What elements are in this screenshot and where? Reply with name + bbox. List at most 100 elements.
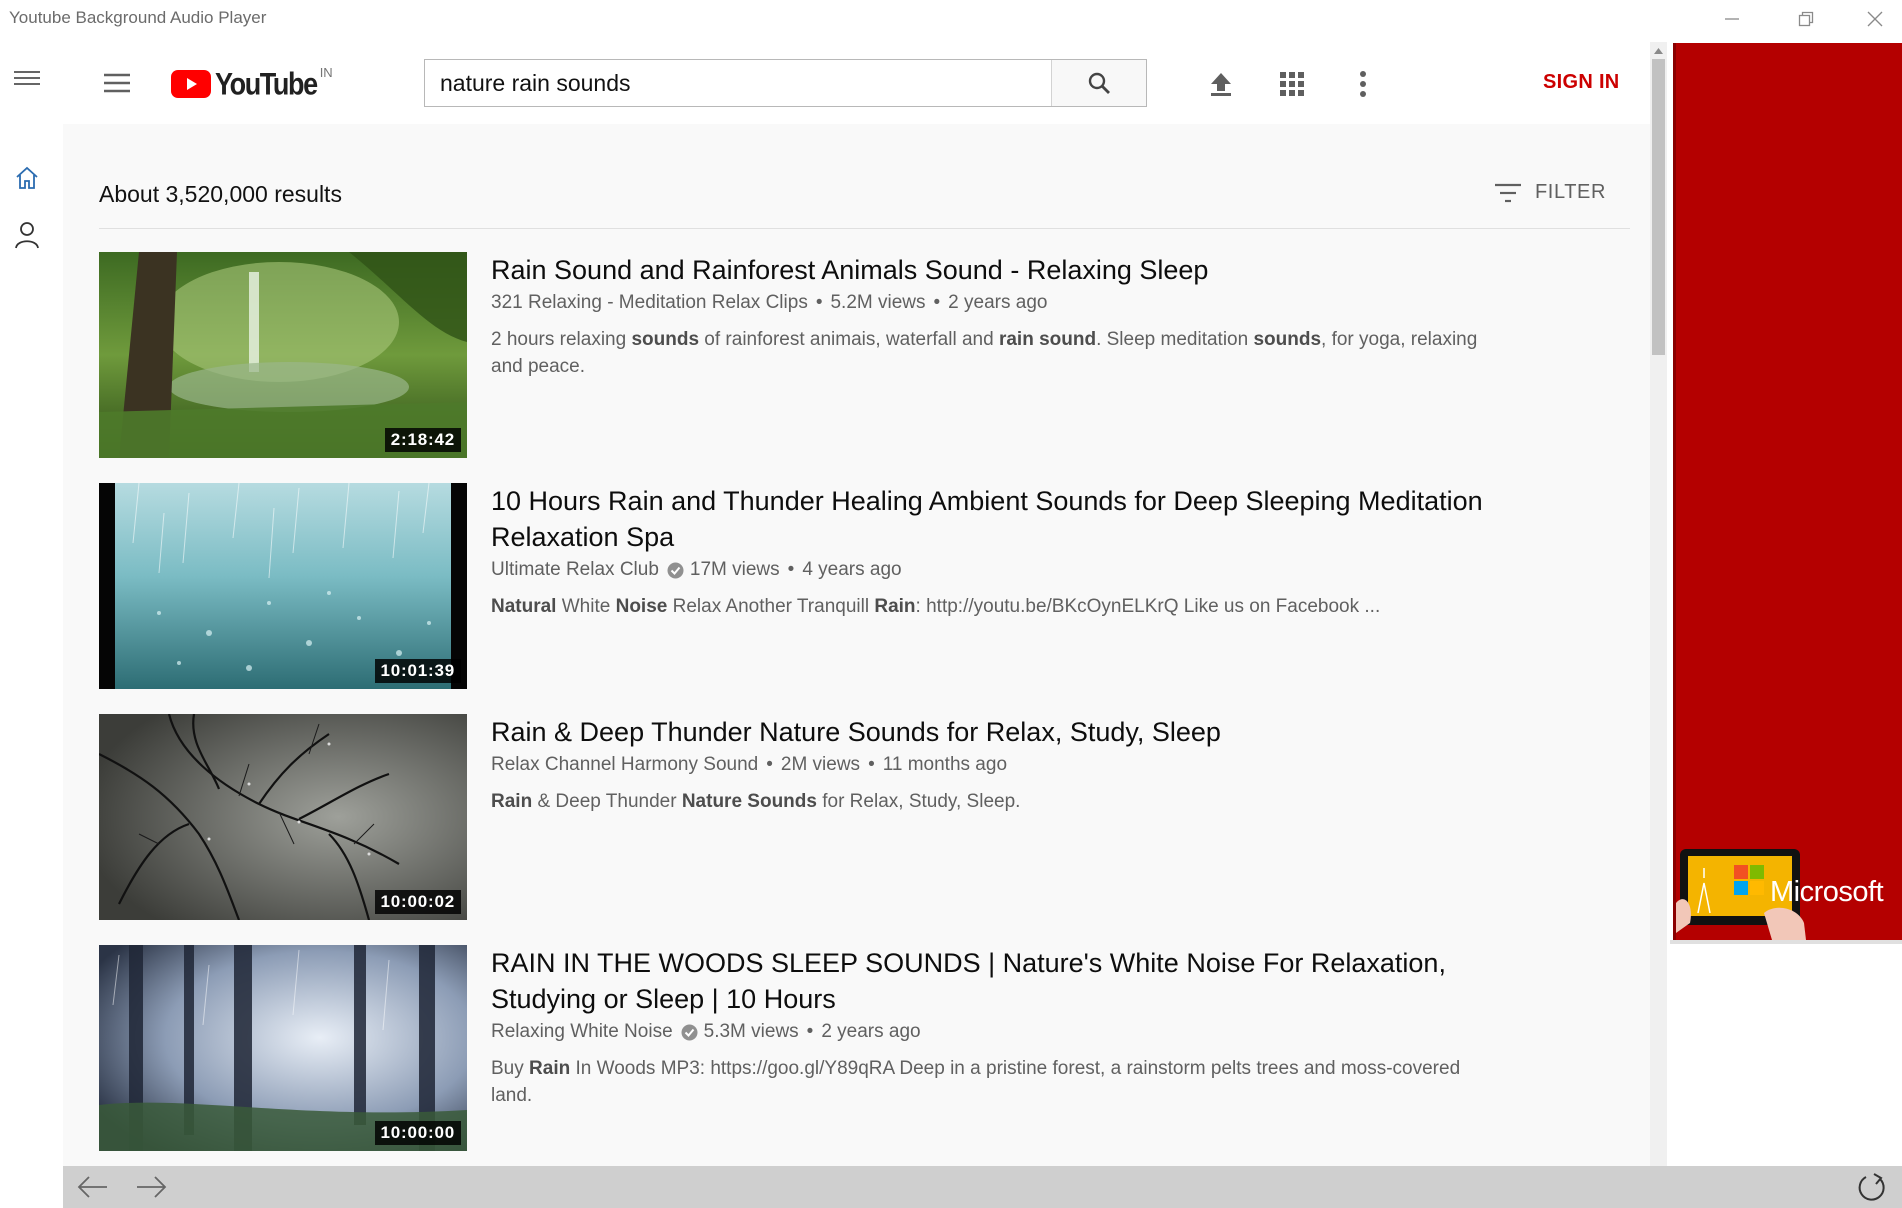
video-thumbnail[interactable]: 2:18:42 xyxy=(99,252,467,458)
upload-age: 2 years ago xyxy=(948,292,1048,313)
refresh-icon xyxy=(1858,1173,1885,1201)
video-description: 2 hours relaxing sounds of rainforest an… xyxy=(491,329,1478,377)
forward-arrow-icon xyxy=(137,1176,167,1198)
back-arrow-icon xyxy=(77,1176,107,1198)
upload-age: 4 years ago xyxy=(802,559,902,580)
close-icon xyxy=(1867,11,1883,27)
video-thumbnail[interactable]: 10:01:39 xyxy=(99,483,467,689)
filter-icon xyxy=(1494,183,1521,202)
sign-in-button[interactable]: SIGN IN xyxy=(1543,71,1620,94)
restore-icon xyxy=(1798,11,1814,27)
video-duration: 2:18:42 xyxy=(384,428,461,452)
separator: • xyxy=(933,292,941,313)
youtube-play-logo-icon xyxy=(171,70,211,98)
youtube-webview: YouTube IN SIGN IN About 3,520,000 resul… xyxy=(63,42,1650,1166)
close-button[interactable] xyxy=(1845,4,1902,34)
region-label: IN xyxy=(319,64,333,80)
channel-name[interactable]: Relax Channel Harmony Sound xyxy=(491,750,758,780)
ad-frame-divider xyxy=(1670,940,1902,944)
video-meta: 321 Relaxing - Meditation Relax Clips • … xyxy=(491,288,1501,318)
search-icon xyxy=(1088,72,1110,94)
channel-name[interactable]: Relaxing White Noise xyxy=(491,1017,673,1047)
chevron-up-icon xyxy=(1654,47,1663,54)
youtube-header: YouTube IN SIGN IN xyxy=(63,42,1650,124)
video-result[interactable]: 10:00:00 RAIN IN THE WOODS SLEEP SOUNDS … xyxy=(99,945,1519,1151)
search-button[interactable] xyxy=(1051,60,1146,106)
video-title[interactable]: Rain & Deep Thunder Nature Sounds for Re… xyxy=(491,714,1501,750)
video-title[interactable]: RAIN IN THE WOODS SLEEP SOUNDS | Nature'… xyxy=(491,945,1501,1017)
separator: • xyxy=(766,754,773,775)
video-result[interactable]: 2:18:42 Rain Sound and Rainforest Animal… xyxy=(99,252,1519,458)
upload-age: 11 months ago xyxy=(882,754,1008,775)
forward-button[interactable] xyxy=(131,1170,171,1204)
advertisement-banner[interactable] xyxy=(1673,43,1902,940)
window-title: Youtube Background Audio Player xyxy=(9,8,267,27)
rail-home-button[interactable] xyxy=(0,156,53,200)
restore-button[interactable] xyxy=(1776,4,1836,34)
minimize-icon xyxy=(1725,18,1739,20)
upload-button[interactable] xyxy=(1201,64,1241,104)
video-description: Buy Rain In Woods MP3: https://goo.gl/Y8… xyxy=(491,1058,1461,1106)
ad-brand-text: Microsoft xyxy=(1770,876,1884,908)
channel-name[interactable]: Ultimate Relax Club xyxy=(491,555,659,585)
logo-wordmark: YouTube xyxy=(215,66,318,101)
video-meta: Ultimate Relax Club 17M views • 4 years … xyxy=(491,555,1501,585)
scroll-up-button[interactable] xyxy=(1650,42,1667,59)
video-thumbnail[interactable]: 10:00:02 xyxy=(99,714,467,920)
video-result[interactable]: 10:01:39 10 Hours Rain and Thunder Heali… xyxy=(99,483,1519,689)
guide-menu-button[interactable] xyxy=(97,64,137,102)
scrollbar-thumb[interactable] xyxy=(1652,59,1665,355)
verified-icon xyxy=(681,1024,698,1040)
separator: • xyxy=(815,292,823,313)
separator: • xyxy=(806,1021,814,1042)
video-thumbnail[interactable]: 10:00:00 xyxy=(99,945,467,1151)
more-vert-icon xyxy=(1360,71,1366,97)
video-title[interactable]: 10 Hours Rain and Thunder Healing Ambien… xyxy=(491,483,1501,555)
video-duration: 10:00:00 xyxy=(374,1121,461,1145)
minimize-button[interactable] xyxy=(1702,4,1762,34)
apps-grid-icon xyxy=(1280,72,1304,96)
window-title-bar: Youtube Background Audio Player xyxy=(0,0,1902,36)
results-count: About 3,520,000 results xyxy=(99,181,342,207)
view-count: 5.3M views xyxy=(703,1021,799,1042)
filter-button[interactable]: FILTER xyxy=(1494,181,1606,204)
view-count: 5.2M views xyxy=(830,292,926,313)
person-icon xyxy=(14,222,39,249)
view-count: 17M views xyxy=(689,559,780,580)
rail-account-button[interactable] xyxy=(0,213,53,257)
verified-icon xyxy=(667,562,684,578)
search-input[interactable] xyxy=(425,60,1051,106)
separator: • xyxy=(868,754,875,775)
video-meta: Relax Channel Harmony Sound • 2M views •… xyxy=(491,750,1501,780)
video-meta: Relaxing White Noise 5.3M views • 2 year… xyxy=(491,1017,1501,1047)
video-description: Natural White Noise Relax Another Tranqu… xyxy=(491,596,1381,617)
settings-menu-button[interactable] xyxy=(1343,64,1383,104)
channel-name[interactable]: 321 Relaxing - Meditation Relax Clips xyxy=(491,288,808,318)
app-nav-rail xyxy=(0,36,63,1208)
view-count: 2M views xyxy=(780,754,861,775)
youtube-logo[interactable]: YouTube IN xyxy=(171,64,333,101)
results-header: About 3,520,000 results FILTER xyxy=(99,181,1630,229)
refresh-button[interactable] xyxy=(1852,1170,1892,1204)
apps-button[interactable] xyxy=(1272,64,1312,104)
filter-label: FILTER xyxy=(1534,181,1606,203)
video-result[interactable]: 10:00:02 Rain & Deep Thunder Nature Soun… xyxy=(99,714,1519,920)
app-menu-button[interactable] xyxy=(0,56,53,100)
video-description: Rain & Deep Thunder Nature Sounds for Re… xyxy=(491,791,1021,812)
video-info: RAIN IN THE WOODS SLEEP SOUNDS | Nature'… xyxy=(491,945,1501,1109)
bottom-nav-bar xyxy=(63,1166,1902,1208)
video-duration: 10:01:39 xyxy=(374,659,461,683)
microsoft-ad-artwork xyxy=(1676,849,1806,940)
search-bar xyxy=(424,59,1147,107)
video-info: Rain Sound and Rainforest Animals Sound … xyxy=(491,252,1501,380)
home-icon xyxy=(15,166,38,189)
video-title[interactable]: Rain Sound and Rainforest Animals Sound … xyxy=(491,252,1501,288)
video-duration: 10:00:02 xyxy=(374,890,461,914)
back-button[interactable] xyxy=(73,1170,113,1204)
video-info: Rain & Deep Thunder Nature Sounds for Re… xyxy=(491,714,1501,815)
hamburger-icon xyxy=(13,71,40,85)
video-info: 10 Hours Rain and Thunder Healing Ambien… xyxy=(491,483,1501,620)
hamburger-icon xyxy=(104,73,130,93)
separator: • xyxy=(787,559,795,580)
vertical-scrollbar[interactable] xyxy=(1650,42,1667,1166)
